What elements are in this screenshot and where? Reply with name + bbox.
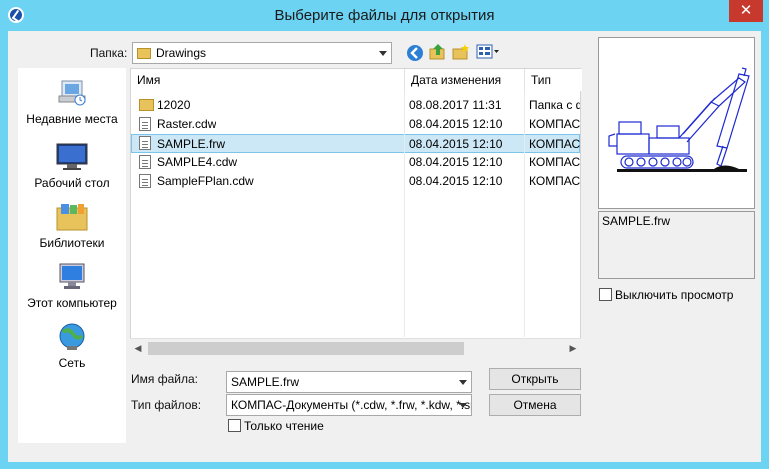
column-divider: [404, 91, 405, 337]
place-recent[interactable]: Недавние места: [18, 78, 126, 126]
drawing-preview-image: [608, 67, 750, 172]
folder-icon: [139, 99, 154, 111]
column-divider: [524, 91, 525, 337]
cancel-button[interactable]: Отмена: [489, 394, 581, 416]
column-header-type[interactable]: Тип: [525, 69, 582, 91]
file-row-selected[interactable]: SAMPLE.frw 08.04.2015 12:10 КОМПАС: [131, 134, 580, 153]
place-libraries[interactable]: Библиотеки: [18, 202, 126, 250]
folder-icon: [137, 48, 151, 59]
column-header-date[interactable]: Дата изменения: [405, 69, 525, 91]
place-label: Недавние места: [26, 112, 118, 126]
checkbox-box[interactable]: [599, 288, 612, 301]
file-name: SAMPLE.frw: [157, 137, 226, 151]
title-bar[interactable]: Выберите файлы для открытия ✕: [0, 0, 769, 31]
file-name: SAMPLE4.cdw: [157, 155, 238, 169]
new-folder-icon[interactable]: [452, 43, 470, 61]
document-icon: [139, 174, 151, 188]
document-icon: [139, 117, 151, 131]
back-icon[interactable]: [406, 44, 424, 62]
file-type-select[interactable]: КОМПАС-Документы (*.cdw, *.frw, *.kdw, *…: [226, 394, 472, 416]
folder-combo[interactable]: Drawings: [132, 42, 392, 64]
file-name-input[interactable]: SAMPLE.frw: [226, 371, 472, 393]
file-date: 08.04.2015 12:10: [409, 174, 503, 188]
file-type: КОМПАС: [529, 155, 580, 169]
file-name-input-value: SAMPLE.frw: [231, 375, 300, 389]
place-desktop[interactable]: Рабочий стол: [18, 142, 126, 190]
place-network[interactable]: Сеть: [18, 322, 126, 370]
file-date: 08.04.2015 12:10: [409, 117, 503, 131]
place-label: Рабочий стол: [34, 176, 110, 190]
horizontal-scrollbar[interactable]: ◀ ▶: [130, 338, 581, 357]
scroll-thumb[interactable]: [148, 342, 464, 355]
file-row[interactable]: SAMPLE4.cdw 08.04.2015 12:10 КОМПАС: [131, 153, 580, 172]
read-only-label: Только чтение: [244, 419, 324, 433]
file-type: Папка с ф: [529, 98, 580, 112]
libraries-icon: [55, 202, 89, 232]
preview-file-name: SAMPLE.frw: [598, 211, 755, 279]
chevron-down-icon: [459, 380, 467, 385]
file-name: 12020: [157, 98, 191, 112]
file-date: 08.04.2015 12:10: [409, 137, 503, 151]
desktop-icon: [55, 142, 89, 172]
place-label: Этот компьютер: [27, 296, 117, 310]
document-icon: [139, 136, 151, 150]
preview-pane: [598, 37, 755, 209]
file-type-select-value: КОМПАС-Документы (*.cdw, *.frw, *.kdw, *…: [231, 398, 472, 412]
network-icon: [55, 322, 89, 352]
read-only-checkbox[interactable]: Только чтение: [228, 419, 324, 433]
file-date: 08.04.2015 12:10: [409, 155, 503, 169]
checkbox-box[interactable]: [228, 419, 241, 432]
file-row[interactable]: Raster.cdw 08.04.2015 12:10 КОМПАС: [131, 115, 580, 134]
column-header-name[interactable]: Имя: [131, 69, 405, 91]
chevron-down-icon: [379, 51, 387, 56]
place-label: Библиотеки: [39, 236, 105, 250]
file-type: КОМПАС: [529, 137, 580, 151]
chevron-down-icon: [459, 403, 467, 408]
disable-preview-label: Выключить просмотр: [615, 288, 734, 302]
recent-places-icon: [55, 78, 89, 108]
close-button[interactable]: ✕: [729, 0, 763, 22]
file-type: КОМПАС: [529, 174, 580, 188]
open-file-dialog: Выберите файлы для открытия ✕ Папка: Dra…: [0, 0, 769, 469]
disable-preview-checkbox[interactable]: Выключить просмотр: [599, 288, 733, 302]
scroll-right-arrow-icon[interactable]: ▶: [567, 342, 579, 355]
file-name: Raster.cdw: [157, 117, 217, 131]
dialog-body: Папка: Drawings Недавние места Рабочий с…: [8, 31, 761, 462]
file-row[interactable]: 12020 08.08.2017 11:31 Папка с ф: [131, 96, 580, 115]
open-button[interactable]: Открыть: [489, 368, 581, 390]
file-row[interactable]: SampleFPlan.cdw 08.04.2015 12:10 КОМПАС: [131, 172, 580, 191]
place-this-pc[interactable]: Этот компьютер: [18, 262, 126, 310]
file-list[interactable]: Имя Дата изменения Тип 12020 08.08.2017 …: [130, 68, 582, 357]
scroll-left-arrow-icon[interactable]: ◀: [132, 342, 144, 355]
document-icon: [139, 155, 151, 169]
up-folder-icon[interactable]: [429, 43, 447, 61]
folder-label: Папка:: [90, 46, 128, 60]
view-menu-icon[interactable]: [476, 43, 500, 61]
file-date: 08.08.2017 11:31: [409, 98, 502, 112]
folder-combo-value: Drawings: [156, 46, 207, 60]
computer-icon: [55, 262, 89, 292]
file-name: SampleFPlan.cdw: [157, 174, 254, 188]
place-label: Сеть: [58, 356, 86, 370]
file-type: КОМПАС: [529, 117, 580, 131]
places-bar: Недавние места Рабочий стол Библиотеки Э…: [18, 68, 126, 443]
file-name-label: Имя файла:: [131, 372, 198, 386]
file-type-label: Тип файлов:: [131, 398, 202, 412]
dialog-title: Выберите файлы для открытия: [274, 7, 495, 24]
